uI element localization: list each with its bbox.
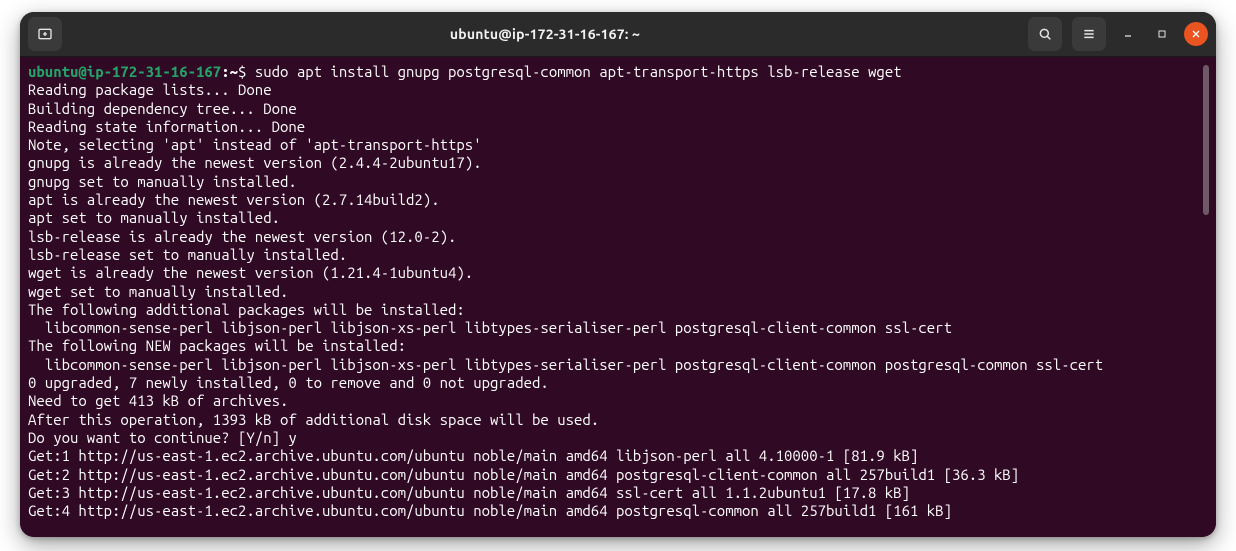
output-line: libcommon-sense-perl libjson-perl libjso… bbox=[28, 319, 952, 336]
scrollbar[interactable] bbox=[1200, 63, 1212, 531]
output-line: Building dependency tree... Done bbox=[28, 100, 297, 117]
terminal-body[interactable]: ubuntu@ip-172-31-16-167:~$ sudo apt inst… bbox=[20, 57, 1216, 537]
output-line: wget is already the newest version (1.21… bbox=[28, 264, 473, 281]
output-line: gnupg is already the newest version (2.4… bbox=[28, 154, 482, 171]
prompt-user-host: ubuntu@ip-172-31-16-167 bbox=[28, 63, 221, 80]
output-line: apt set to manually installed. bbox=[28, 209, 280, 226]
output-line: Need to get 413 kB of archives. bbox=[28, 392, 288, 409]
output-line: 0 upgraded, 7 newly installed, 0 to remo… bbox=[28, 374, 549, 391]
prompt-path: ~ bbox=[230, 63, 238, 80]
output-line: lsb-release set to manually installed. bbox=[28, 246, 347, 263]
close-button[interactable] bbox=[1184, 22, 1208, 46]
output-line: Note, selecting 'apt' instead of 'apt-tr… bbox=[28, 136, 482, 153]
output-line: Get:4 http://us-east-1.ec2.archive.ubunt… bbox=[28, 502, 952, 519]
output-line: The following NEW packages will be insta… bbox=[28, 337, 406, 354]
prompt-dollar: $ bbox=[238, 63, 246, 80]
output-line: wget set to manually installed. bbox=[28, 283, 288, 300]
output-line: apt is already the newest version (2.7.1… bbox=[28, 191, 440, 208]
terminal-window: ubuntu@ip-172-31-16-167: ~ bbox=[20, 12, 1216, 537]
output-line: Get:1 http://us-east-1.ec2.archive.ubunt… bbox=[28, 447, 918, 464]
output-line: lsb-release is already the newest versio… bbox=[28, 228, 456, 245]
output-line: Reading state information... Done bbox=[28, 118, 305, 135]
window-title: ubuntu@ip-172-31-16-167: ~ bbox=[68, 26, 1022, 42]
output-line: After this operation, 1393 kB of additio… bbox=[28, 411, 599, 428]
terminal-output: ubuntu@ip-172-31-16-167:~$ sudo apt inst… bbox=[28, 63, 1196, 531]
output-line: gnupg set to manually installed. bbox=[28, 173, 297, 190]
output-line: Reading package lists... Done bbox=[28, 81, 272, 98]
menu-button[interactable] bbox=[1072, 17, 1106, 51]
new-tab-button[interactable] bbox=[28, 17, 62, 51]
output-line: Get:3 http://us-east-1.ec2.archive.ubunt… bbox=[28, 484, 910, 501]
command-text: sudo apt install gnupg postgresql-common… bbox=[255, 63, 902, 80]
output-line: Get:2 http://us-east-1.ec2.archive.ubunt… bbox=[28, 466, 1019, 483]
scrollbar-thumb[interactable] bbox=[1203, 65, 1209, 215]
search-button[interactable] bbox=[1028, 17, 1062, 51]
minimize-button[interactable] bbox=[1116, 22, 1140, 46]
output-line: The following additional packages will b… bbox=[28, 301, 465, 318]
titlebar: ubuntu@ip-172-31-16-167: ~ bbox=[20, 12, 1216, 57]
output-line: Do you want to continue? [Y/n] y bbox=[28, 429, 297, 446]
prompt-sep: : bbox=[221, 63, 229, 80]
output-line: libcommon-sense-perl libjson-perl libjso… bbox=[28, 356, 1103, 373]
maximize-button[interactable] bbox=[1150, 22, 1174, 46]
